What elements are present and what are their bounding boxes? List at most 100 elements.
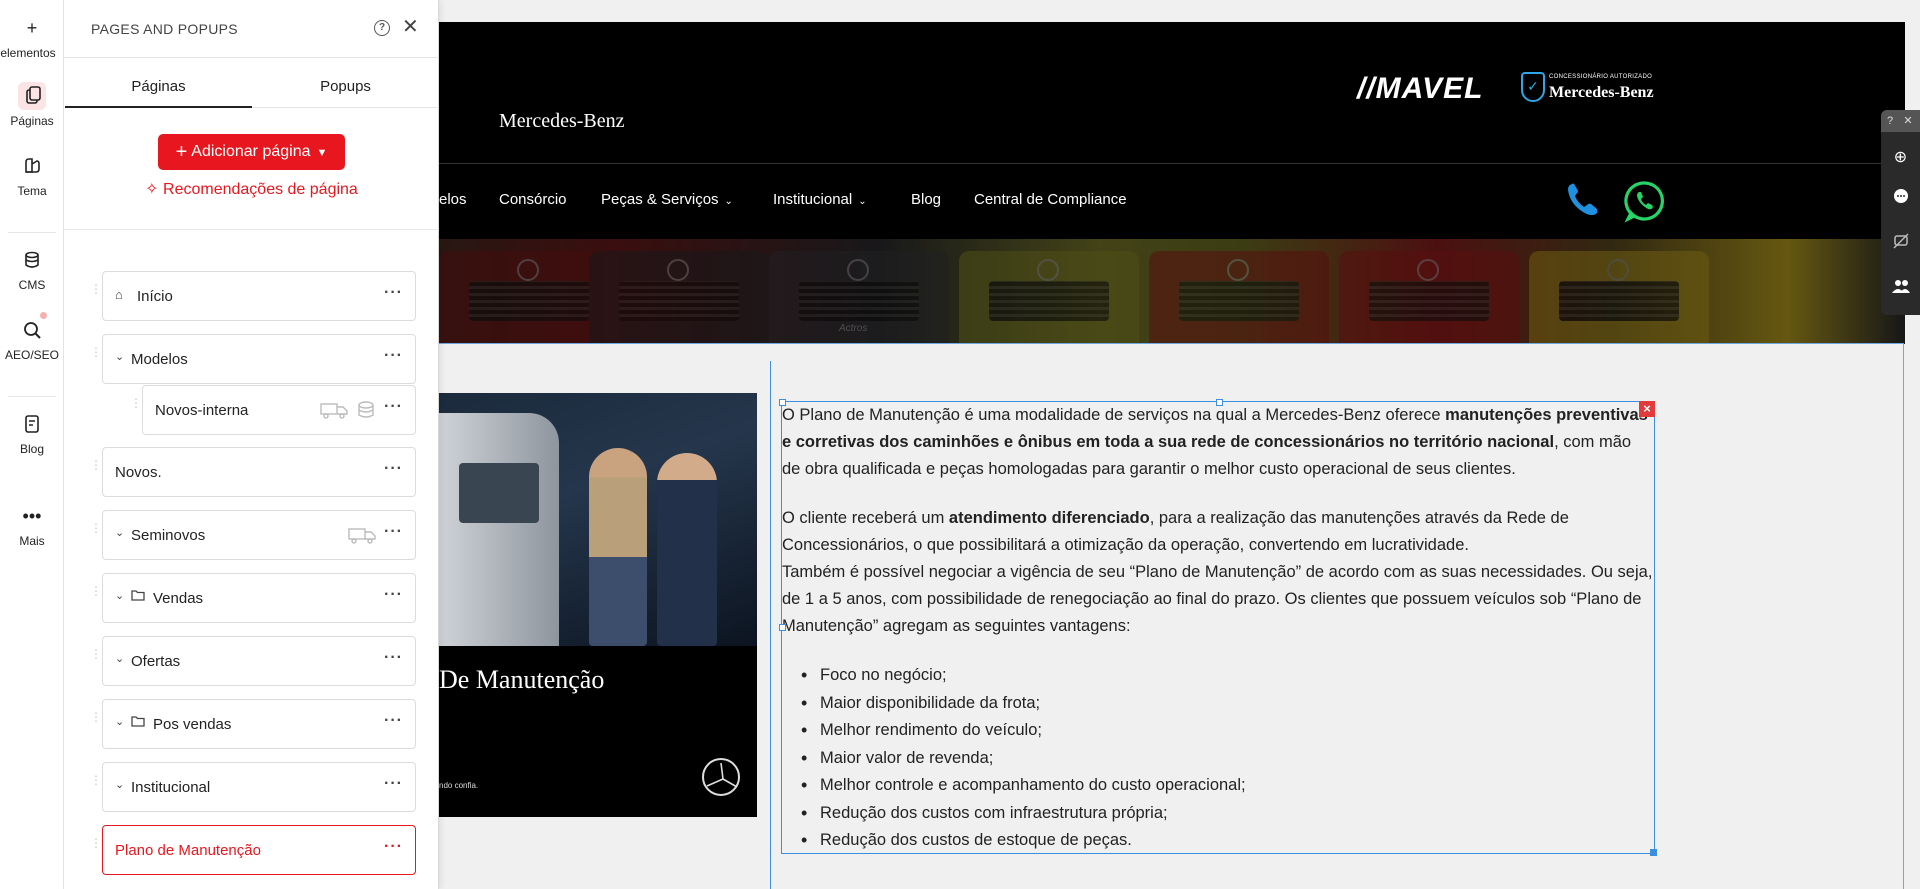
promo-photo xyxy=(439,393,757,646)
more-options-icon[interactable]: ··· xyxy=(384,712,403,730)
paragraph-bold: atendimento diferenciado xyxy=(948,509,1150,527)
page-row-pos-vendas[interactable]: ⌄ Pos vendas ··· xyxy=(102,699,416,749)
chevron-down-icon[interactable]: ⌄ xyxy=(115,652,124,665)
rail-item-label: Tema xyxy=(17,184,47,198)
rail-divider xyxy=(8,396,56,397)
page-row-novos-interna[interactable]: Novos-interna ··· xyxy=(142,385,416,435)
rail-item-label: CMS xyxy=(18,278,46,292)
rail-item-more[interactable]: ••• Mais xyxy=(0,502,64,548)
list-item: Melhor rendimento do veículo; xyxy=(782,717,1654,745)
drag-handle[interactable]: ⋮⋮ xyxy=(130,397,153,420)
chevron-down-icon: ⌄ xyxy=(858,196,867,207)
page-recommendations-link[interactable]: ✧ Recomendações de página xyxy=(64,179,439,199)
drag-handle[interactable]: ⋮⋮ xyxy=(90,283,113,306)
resize-handle[interactable] xyxy=(779,624,786,631)
drag-handle[interactable]: ⋮⋮ xyxy=(90,774,113,797)
paragraph-terms: Também é possível negociar a vigência de… xyxy=(782,563,1653,635)
whatsapp-icon[interactable] xyxy=(1623,179,1667,223)
page-row-novos[interactable]: Novos. ··· xyxy=(102,447,416,497)
paragraph-intro: O Plano de Manutenção é uma modalidade d… xyxy=(782,402,1654,483)
page-row-label: Novos. xyxy=(115,464,162,481)
chevron-down-icon[interactable]: ⌄ xyxy=(115,778,124,791)
rail-item-theme[interactable]: Tema xyxy=(0,152,64,198)
page-row-modelos[interactable]: ⌄ Modelos ··· xyxy=(102,334,416,384)
list-item: Maior valor de revenda; xyxy=(782,745,1654,773)
more-options-icon[interactable]: ··· xyxy=(384,649,403,667)
resize-handle[interactable] xyxy=(779,399,786,406)
home-icon: ⌂ xyxy=(115,287,123,302)
tab-popups[interactable]: Popups xyxy=(252,58,439,108)
chevron-down-icon[interactable]: ⌄ xyxy=(115,715,124,728)
mavel-logo[interactable]: //MAVEL xyxy=(1357,72,1483,106)
chevron-down-icon[interactable]: ⌄ xyxy=(115,350,124,363)
add-page-button[interactable]: + Adicionar página ▼ xyxy=(158,134,345,170)
hide-comments-icon[interactable] xyxy=(1881,226,1920,266)
chevron-down-icon: ▼ xyxy=(316,146,328,159)
more-options-icon[interactable]: ··· xyxy=(384,775,403,793)
more-options-icon[interactable]: ··· xyxy=(384,460,403,478)
rail-item-cms[interactable]: CMS xyxy=(0,246,64,292)
brand-text: Mercedes-Benz xyxy=(499,110,625,132)
page-row-seminovos[interactable]: ⌄ Seminovos ··· xyxy=(102,510,416,560)
add-comment-icon[interactable]: ⊕ xyxy=(1881,138,1920,178)
page-row-inicio[interactable]: ⌂ Início ··· xyxy=(102,271,416,321)
nav-item-blog[interactable]: Blog xyxy=(911,191,941,208)
folder-icon xyxy=(131,715,145,730)
drag-handle[interactable]: ⋮⋮ xyxy=(90,459,113,482)
list-item: Maior disponibilidade da frota; xyxy=(782,690,1654,718)
more-icon: ••• xyxy=(22,506,42,526)
sparkle-icon: ✧ xyxy=(145,181,164,198)
maintenance-plan-image[interactable]: De Manutenção ndo confia. xyxy=(439,393,757,817)
nav-item-consorcio[interactable]: Consórcio xyxy=(499,191,567,208)
list-item: Melhor controle e acompanhamento do cust… xyxy=(782,772,1654,800)
more-options-icon[interactable]: ··· xyxy=(384,838,403,856)
rail-item-pages[interactable]: Páginas xyxy=(0,82,64,128)
benefits-list: Foco no negócio; Maior disponibilidade d… xyxy=(782,662,1654,855)
drag-handle[interactable]: ⋮⋮ xyxy=(90,346,113,369)
more-options-icon[interactable]: ··· xyxy=(384,586,403,604)
more-options-icon[interactable]: ··· xyxy=(384,284,403,302)
drag-handle[interactable]: ⋮⋮ xyxy=(90,522,113,545)
page-row-ofertas[interactable]: ⌄ Ofertas ··· xyxy=(102,636,416,686)
plus-icon: + xyxy=(175,140,188,163)
tab-pages[interactable]: Páginas xyxy=(65,58,252,108)
phone-icon[interactable] xyxy=(1563,180,1603,220)
chevron-down-icon[interactable]: ⌄ xyxy=(115,589,124,602)
resize-handle[interactable] xyxy=(1216,399,1223,406)
page-row-institucional[interactable]: ⌄ Institucional ··· xyxy=(102,762,416,812)
dealer-badge-label: CONCESSIONÁRIO AUTORIZADO xyxy=(1549,74,1653,80)
help-icon[interactable]: ? xyxy=(374,20,390,36)
close-icon[interactable]: ✕ xyxy=(402,16,419,38)
nav-item-compliance[interactable]: Central de Compliance xyxy=(974,191,1127,208)
rail-item-seo[interactable]: AEO/SEO xyxy=(0,316,64,362)
rail-item-label: Páginas xyxy=(10,114,54,128)
rail-item-blog[interactable]: Blog xyxy=(0,410,64,456)
drag-handle[interactable]: ⋮⋮ xyxy=(90,648,113,671)
collaborators-icon[interactable] xyxy=(1881,270,1920,310)
nav-item-institucional[interactable]: Institucional ⌄ xyxy=(773,191,867,208)
blog-icon xyxy=(18,410,46,438)
pages-icon xyxy=(18,82,46,110)
help-icon[interactable]: ? xyxy=(1881,110,1899,132)
more-options-icon[interactable]: ··· xyxy=(384,347,403,365)
page-row-plano-de-manutencao[interactable]: Plano de Manutenção ··· xyxy=(102,825,416,875)
drag-handle[interactable]: ⋮⋮ xyxy=(90,711,113,734)
more-options-icon[interactable]: ··· xyxy=(384,398,403,416)
page-row-vendas[interactable]: ⌄ Vendas ··· xyxy=(102,573,416,623)
rail-item-label: elementos xyxy=(0,46,56,60)
rail-item-elements[interactable]: + elementos xyxy=(0,14,64,60)
rail-item-label: AEO/SEO xyxy=(4,348,60,362)
close-icon[interactable]: ✕ xyxy=(1899,110,1917,132)
drag-handle[interactable]: ⋮⋮ xyxy=(90,837,113,860)
rail-divider xyxy=(8,232,56,233)
nav-item-modelos[interactable]: elos xyxy=(439,191,467,208)
nav-item-pecas-servicos[interactable]: Peças & Serviços ⌄ xyxy=(601,191,733,208)
drag-handle[interactable]: ⋮⋮ xyxy=(90,585,113,608)
more-options-icon[interactable]: ··· xyxy=(384,523,403,541)
maintenance-text-block[interactable]: × O Plano de Manutenção é uma modalidade… xyxy=(779,399,1657,856)
person-figure xyxy=(657,453,717,646)
chat-icon[interactable] xyxy=(1881,182,1920,222)
remove-element-icon[interactable]: × xyxy=(1639,401,1655,417)
page-row-label: Plano de Manutenção xyxy=(115,842,261,859)
chevron-down-icon[interactable]: ⌄ xyxy=(115,526,124,539)
